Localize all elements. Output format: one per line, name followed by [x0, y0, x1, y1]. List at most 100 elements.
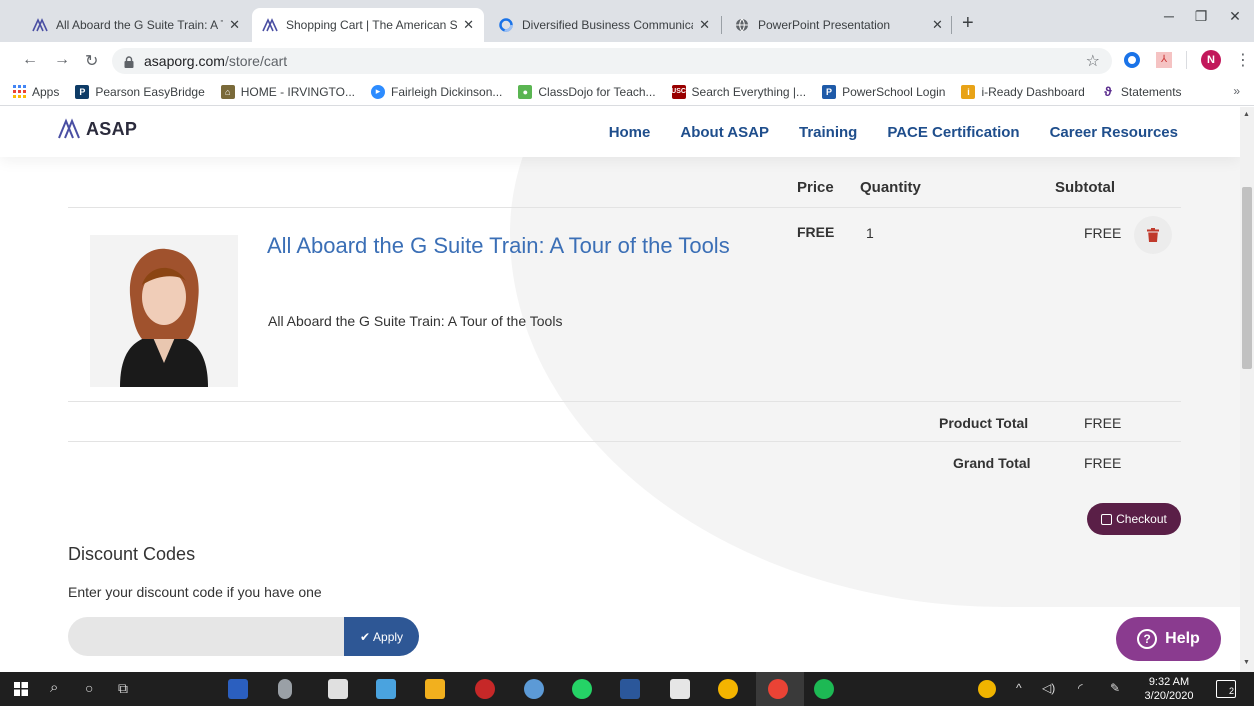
earth-app-icon[interactable] [524, 679, 544, 699]
discount-subtitle: Enter your discount code if you have one [68, 584, 322, 600]
page-viewport: ASAP Home About ASAP Training PACE Certi… [0, 107, 1240, 672]
system-clock[interactable]: 9:32 AM 3/20/2020 [1141, 675, 1197, 703]
remove-item-button[interactable] [1134, 216, 1172, 254]
bookmarks-overflow-button[interactable]: » [1233, 84, 1240, 98]
address-bar[interactable]: asaporg.com/store/cart ☆ [112, 48, 1112, 74]
windows-start-icon[interactable] [14, 682, 28, 701]
forward-icon[interactable]: → [54, 51, 70, 69]
kurzweil-app-icon[interactable] [376, 679, 396, 699]
volume-icon[interactable]: ◁) [1042, 681, 1055, 695]
bookmark-classdojo[interactable]: ● ClassDojo for Teach... [518, 84, 656, 99]
bookmark-pearson[interactable]: P Pearson EasyBridge [75, 84, 205, 99]
zotero-app-icon[interactable] [475, 679, 495, 699]
site-header: ASAP Home About ASAP Training PACE Certi… [0, 107, 1240, 157]
reload-icon[interactable]: ↻ [85, 51, 98, 71]
statements-icon: ϑ [1104, 84, 1112, 99]
apply-button[interactable]: ✔ Apply [344, 617, 419, 656]
tab-shopping-cart[interactable]: Shopping Cart | The American So ✕ [252, 8, 484, 42]
site-logo[interactable]: ASAP [57, 118, 137, 140]
search-icon[interactable]: ⌕ [50, 679, 58, 696]
word-app-icon[interactable] [620, 679, 640, 699]
close-window-button[interactable]: ✕ [1220, 8, 1250, 25]
clock-date: 3/20/2020 [1144, 690, 1194, 702]
bookmark-iready[interactable]: i i-Ready Dashboard [961, 84, 1085, 99]
bookmark-statements[interactable]: ϑ Statements [1101, 84, 1182, 99]
nav-training[interactable]: Training [799, 124, 857, 141]
apply-label: Apply [373, 629, 404, 644]
minimize-button[interactable]: ─ [1154, 8, 1184, 24]
mail-app-icon[interactable] [228, 679, 248, 699]
item-subtotal: FREE [1084, 225, 1122, 241]
pearson-icon: P [75, 84, 90, 99]
product-total-label: Product Total [939, 415, 1029, 431]
pen-icon[interactable]: ✎ [1110, 681, 1120, 695]
scroll-down-icon[interactable]: ▼ [1243, 659, 1250, 666]
item-quantity[interactable]: 1 [866, 225, 874, 241]
bookmark-star-icon[interactable]: ☆ [1086, 51, 1100, 71]
checkout-icon [1101, 513, 1113, 525]
notification-center-icon[interactable]: 2 [1216, 680, 1236, 698]
close-tab-icon[interactable]: ✕ [463, 17, 474, 33]
bookmark-irvington[interactable]: ⌂ HOME - IRVINGTO... [220, 84, 355, 99]
pdf-extension-icon[interactable]: ⅄ [1156, 52, 1172, 68]
iready-icon: i [961, 84, 976, 99]
bookmark-powerschool[interactable]: P PowerSchool Login [822, 84, 945, 99]
scrollbar-thumb[interactable] [1242, 187, 1252, 369]
menu-kebab-icon[interactable]: ⋮ [1235, 50, 1251, 70]
tab-powerpoint[interactable]: PowerPoint Presentation [724, 8, 956, 42]
close-tab-icon[interactable]: ✕ [229, 17, 240, 33]
whatsapp-icon[interactable] [572, 679, 592, 699]
wifi-icon[interactable]: ◜ [1078, 681, 1083, 695]
restore-button[interactable]: ❐ [1186, 8, 1216, 25]
main-nav: Home About ASAP Training PACE Certificat… [579, 124, 1178, 141]
scroll-up-icon[interactable]: ▲ [1243, 111, 1250, 118]
nav-career-resources[interactable]: Career Resources [1050, 124, 1178, 141]
opera-extension-icon[interactable] [1124, 52, 1140, 68]
asap-logo-icon [262, 17, 278, 33]
product-title-link[interactable]: All Aboard the G Suite Train: A Tour of … [267, 228, 737, 263]
classdojo-icon: ● [518, 84, 533, 99]
nav-pace-certification[interactable]: PACE Certification [887, 124, 1019, 141]
checkout-button[interactable]: Checkout [1087, 503, 1181, 535]
help-label: Help [1165, 630, 1200, 647]
url-host: asaporg.com [144, 53, 225, 69]
zoom-icon: ▸ [371, 84, 385, 99]
close-tab-icon[interactable]: ✕ [932, 17, 943, 33]
tab-separator [951, 16, 952, 34]
asap-logo-icon [58, 118, 80, 139]
question-icon: ? [1137, 629, 1158, 649]
lock-icon [124, 55, 134, 68]
nav-about-asap[interactable]: About ASAP [680, 124, 769, 141]
close-tab-icon[interactable]: ✕ [699, 17, 710, 33]
browser-toolbar: ← → ↻ asaporg.com/store/cart ☆ ⅄ N ⋮ [0, 42, 1254, 78]
tab-gsuite-train[interactable]: All Aboard the G Suite Train: A To ✕ [22, 8, 250, 42]
product-image[interactable] [90, 235, 238, 387]
nav-home[interactable]: Home [609, 124, 651, 141]
show-hidden-icons[interactable]: ^ [1016, 681, 1022, 695]
chrome-profile-icon[interactable] [768, 679, 788, 699]
bookmark-fairleigh[interactable]: ▸ Fairleigh Dickinson... [371, 84, 502, 99]
cortana-icon[interactable]: ○ [85, 680, 93, 696]
bookmark-search-everything[interactable]: USC Search Everything |... [671, 84, 806, 99]
page-scrollbar[interactable]: ▲ ▼ [1240, 107, 1254, 672]
profile-avatar[interactable]: N [1201, 50, 1221, 70]
divider [68, 207, 1181, 208]
trash-icon [1147, 228, 1159, 242]
divider [68, 441, 1181, 442]
file-explorer-icon[interactable] [425, 679, 445, 699]
discount-code-input[interactable] [68, 617, 346, 656]
help-button[interactable]: ? Help [1116, 617, 1221, 661]
bookmark-apps[interactable]: Apps [12, 85, 59, 99]
help-tray-icon[interactable] [978, 680, 996, 698]
url-text: asaporg.com/store/cart [144, 53, 287, 69]
back-icon[interactable]: ← [22, 51, 38, 69]
task-view-icon[interactable]: ⧉ [118, 680, 128, 697]
browser-tab-bar: All Aboard the G Suite Train: A To ✕ Sho… [0, 0, 1254, 42]
new-tab-button[interactable]: + [962, 12, 974, 35]
calculator-app-icon[interactable] [328, 679, 348, 699]
chrome-icon[interactable] [718, 679, 738, 699]
spotify-icon[interactable] [814, 679, 834, 699]
camera-app-icon[interactable] [670, 679, 690, 699]
price-header: Price [797, 179, 834, 196]
microphone-app-icon[interactable] [278, 679, 292, 699]
